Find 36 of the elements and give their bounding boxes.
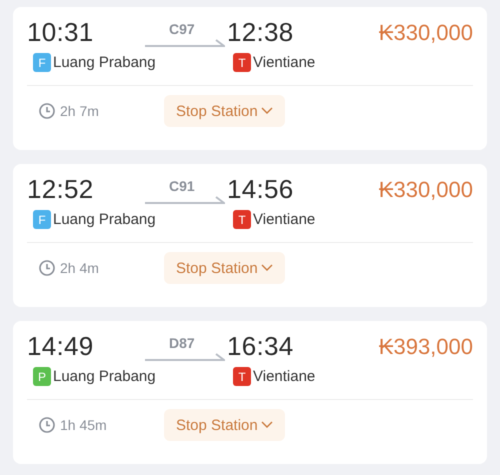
station-badge: T xyxy=(233,53,251,72)
arrival-time: 16:34 xyxy=(227,331,295,362)
arrival-station: Vientiane xyxy=(253,54,316,71)
train-number: C97 xyxy=(169,20,195,36)
clock-icon xyxy=(39,417,55,433)
stop-station-button[interactable]: Stop Station xyxy=(164,252,285,284)
arrival-time: 12:38 xyxy=(227,17,295,48)
departure-time: 14:49 xyxy=(27,331,95,362)
departure-station: Luang Prabang xyxy=(53,211,156,228)
arrival-time: 14:56 xyxy=(227,174,295,205)
arrival-station: Vientiane xyxy=(253,211,316,228)
duration: 2h 7m xyxy=(60,103,99,119)
departure-station: Luang Prabang xyxy=(53,368,156,385)
station-badge: P xyxy=(33,367,51,386)
chevron-down-icon xyxy=(260,264,273,272)
arrival-station: Vientiane xyxy=(253,368,316,385)
departure-time: 12:52 xyxy=(27,174,95,205)
station-badge: T xyxy=(233,210,251,229)
price: ₭330,000 xyxy=(378,20,473,46)
departure-station: Luang Prabang xyxy=(53,54,156,71)
chevron-down-icon xyxy=(260,421,273,429)
stop-station-button[interactable]: Stop Station xyxy=(164,95,285,127)
clock-icon xyxy=(39,260,55,276)
duration: 2h 4m xyxy=(60,260,99,276)
station-badge: T xyxy=(233,367,251,386)
station-badge: F xyxy=(33,53,51,72)
duration: 1h 45m xyxy=(60,417,107,433)
train-number: D87 xyxy=(169,334,195,350)
departure-time: 10:31 xyxy=(27,17,95,48)
price: ₭393,000 xyxy=(378,334,473,360)
price: ₭330,000 xyxy=(378,176,473,202)
train-number: C91 xyxy=(169,178,195,194)
stop-station-button[interactable]: Stop Station xyxy=(164,409,285,441)
station-badge: F xyxy=(33,210,51,229)
clock-icon xyxy=(39,103,55,119)
chevron-down-icon xyxy=(260,107,273,115)
